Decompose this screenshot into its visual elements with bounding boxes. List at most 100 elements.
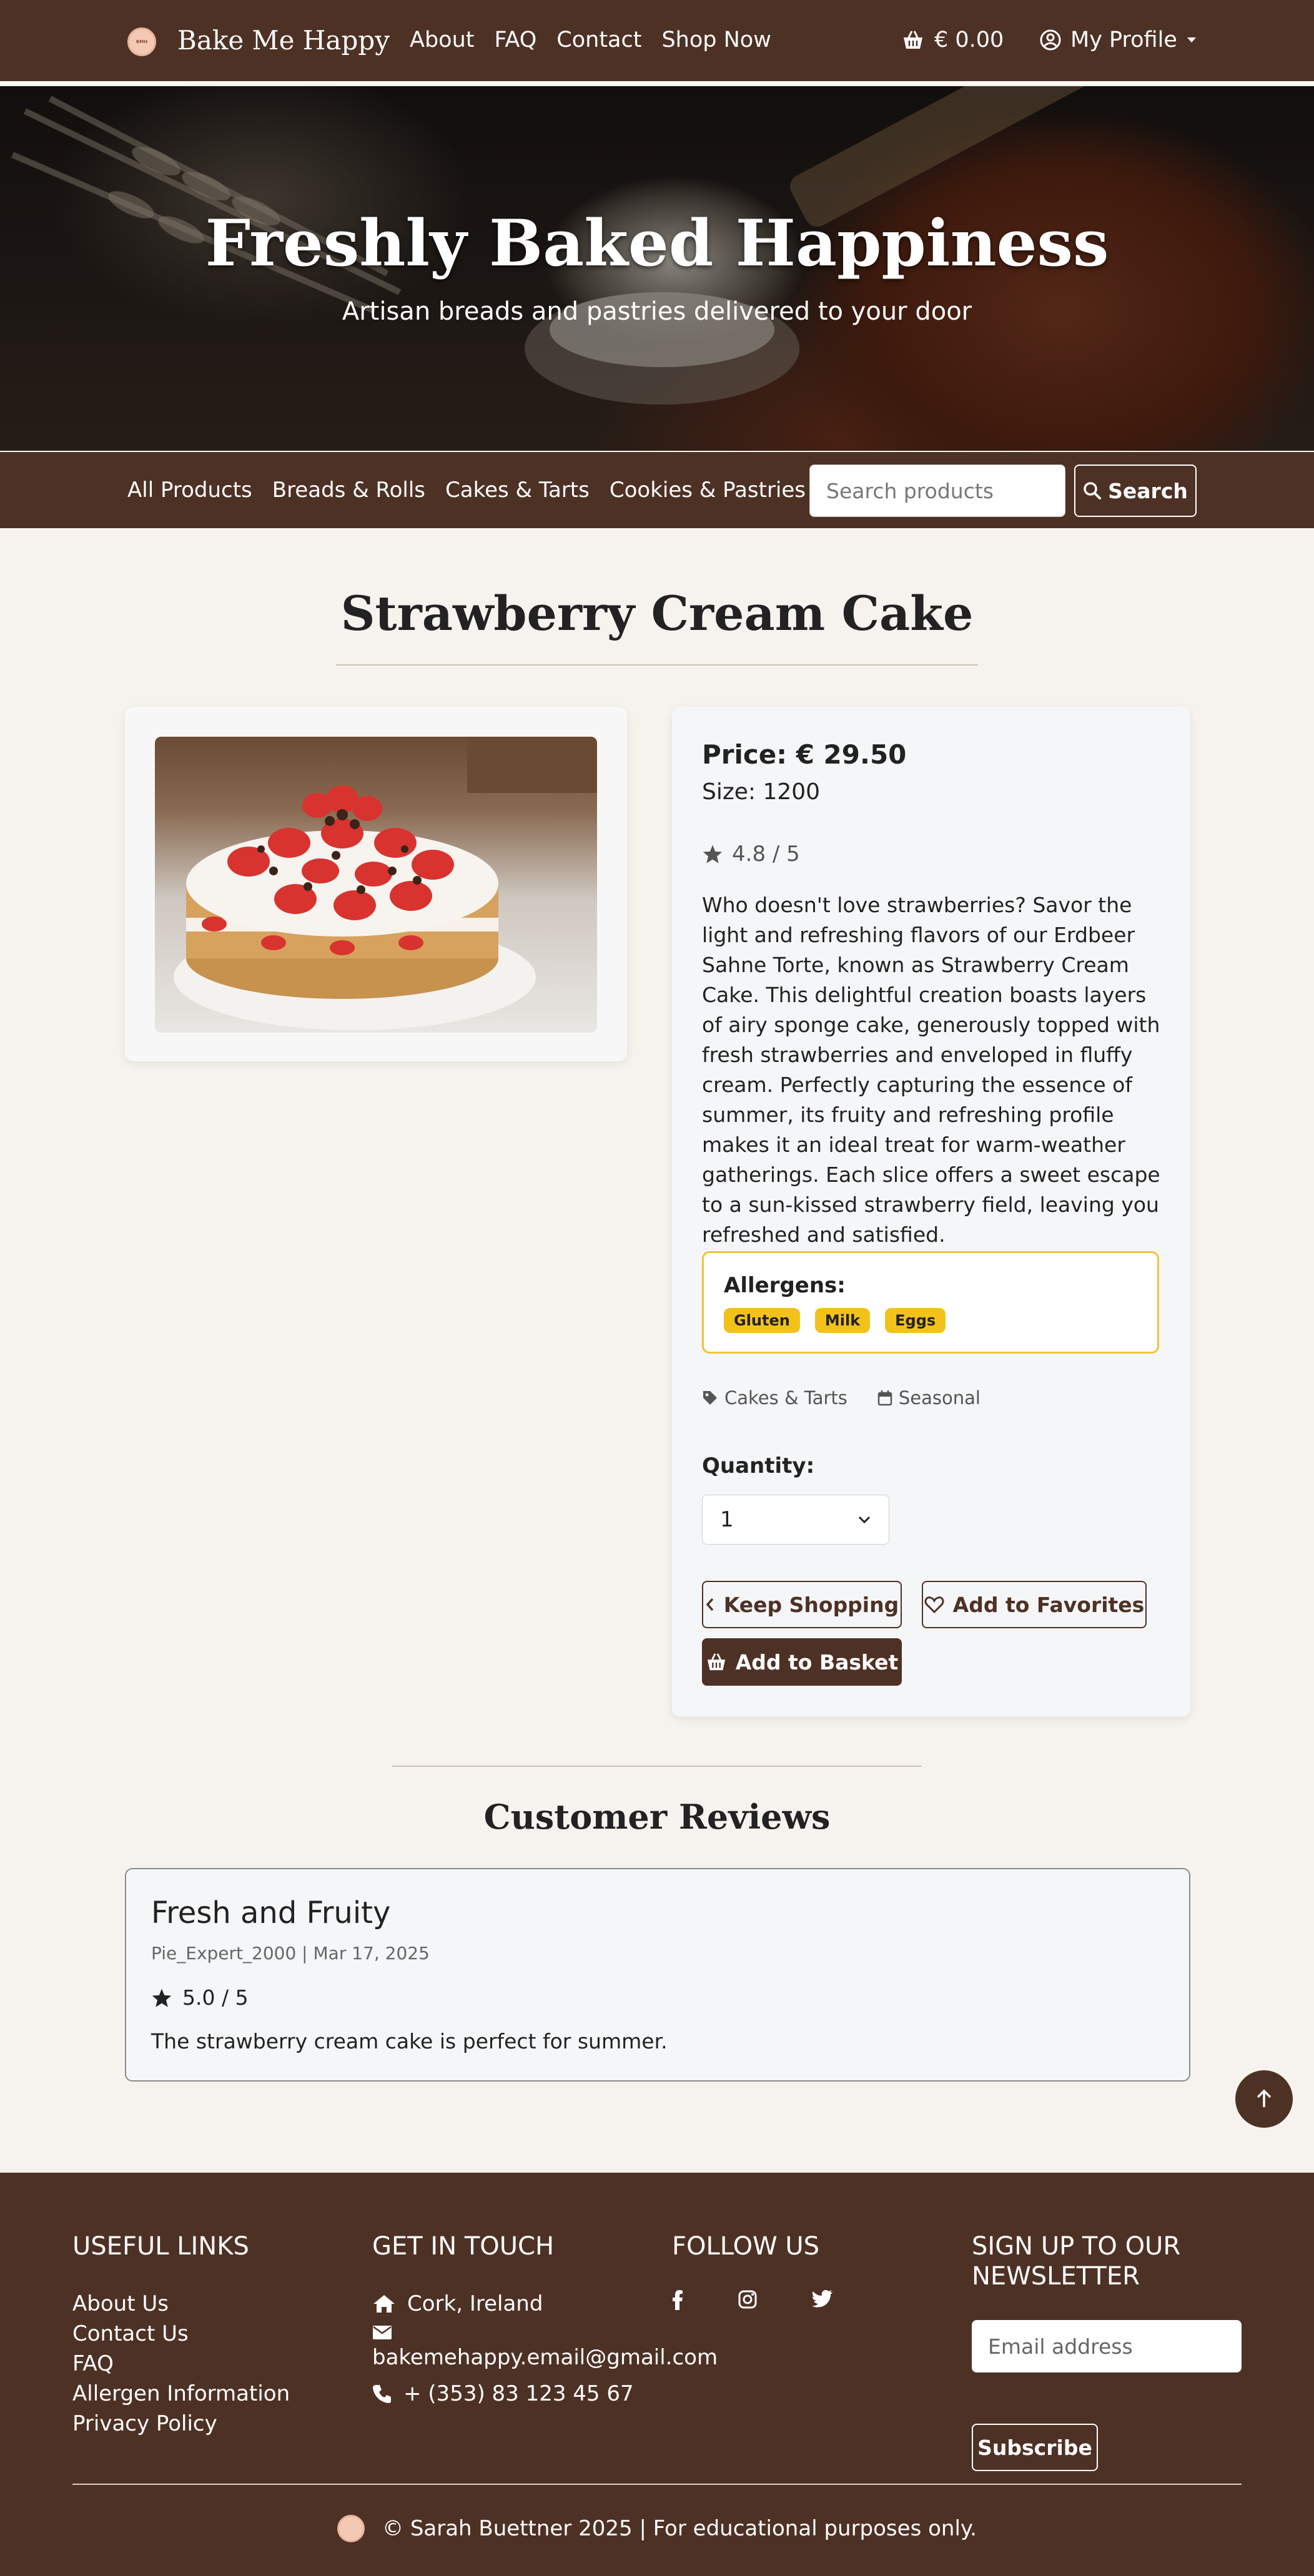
- basket-icon: [707, 1653, 725, 1671]
- instagram-icon[interactable]: [738, 2290, 757, 2309]
- season-tag-label: Seasonal: [898, 1387, 981, 1408]
- newsletter-heading: SIGN UP TO OUR NEWSLETTER: [972, 2232, 1181, 2291]
- footer-link-faq[interactable]: FAQ: [72, 2349, 290, 2379]
- product-title: Strawberry Cream Cake: [340, 586, 974, 641]
- quantity-label: Quantity:: [702, 1453, 815, 1478]
- home-icon: [373, 2295, 395, 2313]
- add-to-favorites-button[interactable]: Add to Favorites: [922, 1581, 1147, 1628]
- subscribe-button[interactable]: Subscribe: [972, 2424, 1098, 2471]
- add-to-favorites-label: Add to Favorites: [952, 1592, 1145, 1617]
- profile-label: My Profile: [1070, 27, 1177, 52]
- category-all-products[interactable]: All Products: [127, 478, 252, 503]
- product-size: Size: 1200: [702, 779, 821, 805]
- footer-divider: [72, 2484, 1242, 2485]
- allergen-badge-gluten: Gluten: [724, 1308, 800, 1333]
- copyright: © Sarah Buettner 2025 | For educational …: [0, 2515, 1314, 2542]
- allergen-badge-milk: Milk: [814, 1308, 871, 1333]
- profile-dropdown[interactable]: My Profile: [1039, 27, 1197, 52]
- nav-link-about[interactable]: About: [410, 27, 474, 52]
- tag-icon: [703, 1391, 717, 1405]
- basket-icon: [904, 31, 922, 49]
- search-button[interactable]: Search: [1074, 465, 1197, 517]
- cart-total: € 0.00: [934, 27, 1004, 52]
- keep-shopping-label: Keep Shopping: [723, 1592, 899, 1617]
- product-image-card: [125, 707, 627, 1061]
- nav-link-contact[interactable]: Contact: [556, 27, 641, 52]
- add-to-basket-label: Add to Basket: [735, 1649, 899, 1674]
- cart-button[interactable]: € 0.00: [902, 27, 1004, 52]
- brand-name[interactable]: Bake Me Happy: [177, 25, 390, 56]
- hero-title: Freshly Baked Happiness: [205, 206, 1109, 281]
- contact-address-text: Cork, Ireland: [407, 2291, 543, 2316]
- footer-link-contact-us[interactable]: Contact Us: [72, 2319, 290, 2349]
- hero-banner: Freshly Baked Happiness Artisan breads a…: [0, 86, 1314, 451]
- star-icon: [152, 1988, 172, 2007]
- newsletter-email-input[interactable]: [972, 2320, 1242, 2372]
- contact-heading: GET IN TOUCH: [372, 2232, 555, 2261]
- reviews-heading: Customer Reviews: [483, 1797, 831, 1837]
- useful-links-heading: USEFUL LINKS: [72, 2232, 249, 2261]
- review-text: The strawberry cream cake is perfect for…: [151, 2029, 668, 2053]
- allergen-badges: Gluten Milk Eggs: [724, 1308, 946, 1333]
- chevron-left-icon: [706, 1598, 714, 1611]
- caret-down-icon: [1187, 37, 1196, 42]
- main-nav: About FAQ Contact Shop Now: [410, 27, 771, 52]
- contact-address: Cork, Ireland: [372, 2289, 718, 2319]
- review-rating: 5.0 / 5: [151, 1985, 249, 2010]
- calendar-icon: [877, 1390, 892, 1406]
- footer-link-allergen-information[interactable]: Allergen Information: [72, 2379, 290, 2409]
- scroll-to-top-button[interactable]: [1235, 2070, 1293, 2128]
- copyright-text: © Sarah Buettner 2025 | For educational …: [382, 2516, 977, 2541]
- review-meta: Pie_Expert_2000 | Mar 17, 2025: [151, 1943, 430, 1964]
- product-info-card: Price: € 29.50 Size: 1200 4.8 / 5 Who do…: [672, 707, 1190, 1717]
- contact-email-text: bakemehappy.email@gmail.com: [372, 2345, 718, 2370]
- allergen-box: Allergens: Gluten Milk Eggs: [702, 1251, 1159, 1354]
- product-image[interactable]: [155, 737, 597, 1033]
- social-links: [672, 2290, 833, 2310]
- footer: USEFUL LINKS About Us Contact Us FAQ All…: [0, 2173, 1314, 2576]
- nav-link-shop-now[interactable]: Shop Now: [661, 27, 771, 52]
- allergens-label: Allergens:: [724, 1273, 846, 1298]
- facebook-icon[interactable]: [672, 2290, 683, 2310]
- allergen-badge-eggs: Eggs: [885, 1308, 946, 1333]
- footer-newsletter: SIGN UP TO OUR NEWSLETTER Subscribe: [972, 2231, 1242, 2471]
- top-navbar: BMH Bake Me Happy About FAQ Contact Shop…: [0, 0, 1314, 84]
- follow-heading: FOLLOW US: [672, 2232, 820, 2261]
- quantity-select[interactable]: 1: [702, 1495, 889, 1545]
- review-title: Fresh and Fruity: [151, 1895, 391, 1930]
- title-divider: [336, 664, 978, 666]
- category-breads-rolls[interactable]: Breads & Rolls: [272, 478, 425, 503]
- product-tags: Cakes & Tarts Seasonal: [702, 1387, 981, 1408]
- keep-shopping-button[interactable]: Keep Shopping: [702, 1581, 902, 1628]
- hero-subtitle: Artisan breads and pastries delivered to…: [342, 297, 972, 326]
- product-description: Who doesn't love strawberries? Savor the…: [702, 893, 1160, 1247]
- category-links: All Products Breads & Rolls Cakes & Tart…: [127, 478, 806, 503]
- contact-phone[interactable]: + (353) 83 123 45 67: [372, 2379, 718, 2409]
- category-tag: Cakes & Tarts: [702, 1387, 847, 1408]
- search-input[interactable]: [809, 465, 1065, 517]
- contact-email[interactable]: bakemehappy.email@gmail.com: [372, 2325, 718, 2372]
- bakery-logo-icon[interactable]: BMH: [127, 27, 156, 56]
- footer-follow: FOLLOW US: [672, 2231, 833, 2310]
- category-cakes-tarts[interactable]: Cakes & Tarts: [445, 478, 590, 503]
- star-icon: [703, 845, 723, 863]
- nav-link-faq[interactable]: FAQ: [494, 27, 536, 52]
- arrow-up-icon: [1257, 2089, 1272, 2107]
- reviews-divider: [392, 1766, 922, 1767]
- footer-contact: GET IN TOUCH Cork, Ireland bakemehappy.e…: [372, 2231, 718, 2409]
- product-rating: 4.8 / 5: [702, 842, 800, 867]
- product-rating-value: 4.8 / 5: [732, 842, 800, 867]
- footer-link-about-us[interactable]: About Us: [72, 2289, 290, 2319]
- twitter-icon[interactable]: [812, 2290, 833, 2308]
- phone-icon: [373, 2385, 391, 2403]
- search-icon: [1084, 482, 1102, 499]
- category-tag-label: Cakes & Tarts: [724, 1387, 847, 1408]
- category-bar: All Products Breads & Rolls Cakes & Tart…: [0, 452, 1314, 528]
- bakery-logo-icon: [337, 2515, 365, 2542]
- heart-icon: [924, 1596, 944, 1613]
- add-to-basket-button[interactable]: Add to Basket: [702, 1638, 902, 1686]
- category-cookies-pastries[interactable]: Cookies & Pastries: [610, 478, 806, 503]
- footer-link-privacy-policy[interactable]: Privacy Policy: [72, 2409, 290, 2439]
- user-circle-icon: [1040, 29, 1061, 51]
- footer-useful-links: USEFUL LINKS About Us Contact Us FAQ All…: [72, 2231, 290, 2439]
